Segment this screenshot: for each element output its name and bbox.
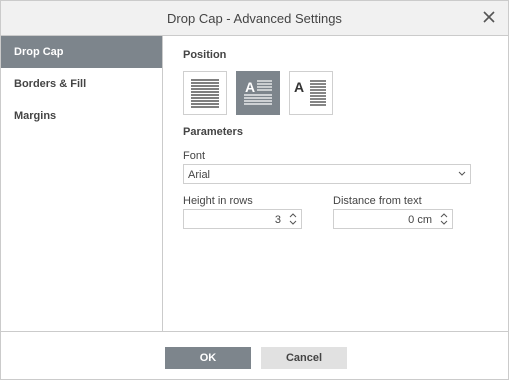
- sidebar-item-borders-fill[interactable]: Borders & Fill: [1, 68, 162, 100]
- drop-cap-in-text-icon: A: [244, 79, 272, 105]
- settings-sidebar: Drop Cap Borders & Fill Margins: [1, 36, 163, 331]
- height-in-rows-stepper[interactable]: 3: [183, 209, 302, 229]
- title-bar: Drop Cap - Advanced Settings: [1, 1, 508, 36]
- font-select[interactable]: Arial: [183, 164, 471, 184]
- height-in-rows-value: 3: [274, 214, 281, 226]
- sidebar-item-margins[interactable]: Margins: [1, 100, 162, 132]
- position-none-button[interactable]: [183, 71, 227, 115]
- drop-cap-glyph: A: [245, 79, 255, 95]
- drop-cap-in-margin-icon: A: [294, 79, 326, 106]
- position-in-text-button[interactable]: A: [236, 71, 280, 115]
- spin-arrows-icon[interactable]: [288, 211, 298, 227]
- close-icon[interactable]: [480, 8, 498, 26]
- dialog-title: Drop Cap - Advanced Settings: [167, 11, 342, 26]
- spin-arrows-icon[interactable]: [439, 211, 449, 227]
- position-in-margin-button[interactable]: A: [289, 71, 333, 115]
- parameters-heading: Parameters: [183, 126, 243, 138]
- font-value: Arial: [188, 169, 211, 181]
- cancel-button[interactable]: Cancel: [261, 347, 347, 369]
- no-drop-cap-icon: [191, 79, 219, 108]
- advanced-settings-dialog: Drop Cap - Advanced Settings Drop Cap Bo…: [0, 0, 509, 380]
- dialog-footer: OK Cancel: [1, 331, 508, 380]
- distance-from-text-stepper[interactable]: 0 cm: [333, 209, 453, 229]
- sidebar-item-drop-cap[interactable]: Drop Cap: [1, 36, 162, 68]
- height-in-rows-label: Height in rows: [183, 195, 253, 207]
- distance-from-text-value: 0 cm: [408, 214, 432, 226]
- chevron-down-icon: [458, 171, 466, 176]
- drop-cap-panel: Position A A Parameters Font Arial Heigh…: [163, 36, 508, 331]
- distance-from-text-label: Distance from text: [333, 195, 422, 207]
- ok-button[interactable]: OK: [165, 347, 251, 369]
- margin-cap-glyph: A: [294, 79, 304, 95]
- font-label: Font: [183, 150, 206, 162]
- position-heading: Position: [183, 49, 227, 61]
